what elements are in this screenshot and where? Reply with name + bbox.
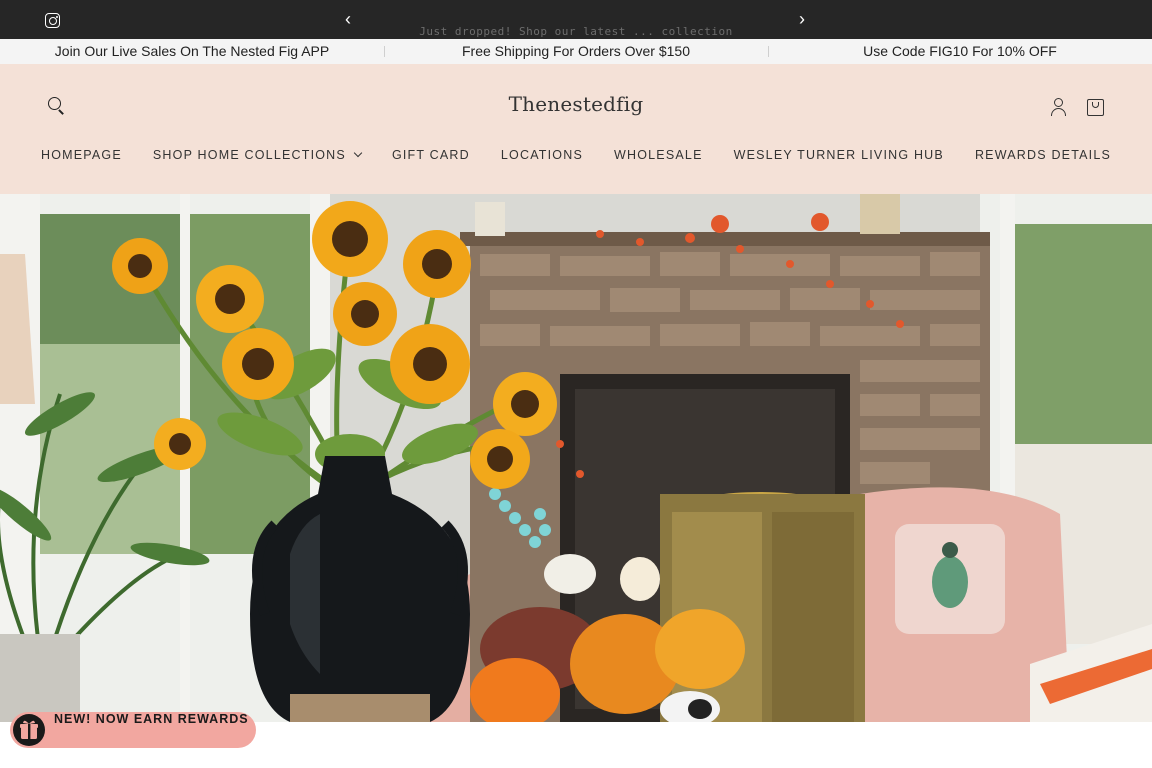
nav-label: HOMEPAGE [40,148,122,162]
promo-strip: Join Our Live Sales On The Nested Fig AP… [0,39,1152,64]
main-nav: HOMEPAGE SHOP HOME COLLECTIONS GIFT CARD… [0,148,1152,162]
nav-label: SHOP HOME COLLECTIONS [152,148,346,162]
site-header: Thenestedfig HOMEPAGE SHOP HOME COLLECTI… [0,64,1152,194]
nav-label: REWARDS DETAILS [974,148,1112,162]
hero-banner-image[interactable] [0,194,1152,722]
search-icon[interactable] [48,97,65,115]
nav-wholesale[interactable]: WHOLESALE [614,148,703,162]
gift-icon [13,714,45,746]
announcement-bar: ‹ Just dropped! Shop our latest ... coll… [0,0,1152,39]
promo-live-sales: Join Our Live Sales On The Nested Fig AP… [54,43,330,59]
nav-rewards-details[interactable]: REWARDS DETAILS [975,148,1111,162]
announcement-text: Just dropped! Shop our latest ... collec… [419,25,733,38]
chevron-right-icon[interactable]: › [792,8,812,30]
promo-free-shipping: Free Shipping For Orders Over $150 [384,39,768,64]
nav-label: GIFT CARD [391,148,470,162]
nav-shop-home-collections[interactable]: SHOP HOME COLLECTIONS [152,148,363,162]
chevron-down-icon [353,148,363,158]
site-logo[interactable]: Thenestedfig [426,92,726,116]
nav-gift-card[interactable]: GIFT CARD [392,148,470,162]
hero-illustration [0,194,1152,722]
nav-wesley-turner-living-hub[interactable]: WESLEY TURNER LIVING HUB [734,148,944,162]
nav-locations[interactable]: LOCATIONS [501,148,583,162]
promo-discount-code: Use Code FIG10 For 10% OFF [768,39,1152,64]
nav-label: WHOLESALE [614,148,703,162]
rewards-launcher-button[interactable]: NEW! NOW EARN REWARDS [10,712,256,748]
rewards-label: NEW! NOW EARN REWARDS [54,712,249,726]
account-icon[interactable] [1050,98,1067,116]
chevron-left-icon[interactable]: ‹ [338,8,358,30]
nav-label: WESLEY TURNER LIVING HUB [733,148,944,162]
instagram-icon[interactable] [45,13,60,28]
nav-label: LOCATIONS [500,148,583,162]
nav-homepage[interactable]: HOMEPAGE [41,148,122,162]
cart-icon[interactable] [1087,99,1104,116]
